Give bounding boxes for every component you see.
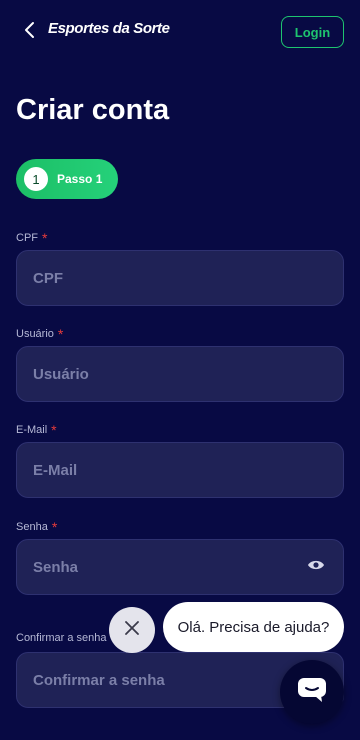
brand-logo[interactable]: Esportes da Sorte <box>48 20 170 37</box>
confirm-password-label-text: Confirmar a senha <box>16 632 107 644</box>
username-label: Usuário * <box>16 324 64 342</box>
step-indicator: 1 Passo 1 <box>16 159 118 199</box>
chat-icon <box>297 677 327 708</box>
cpf-label: CPF * <box>16 228 48 246</box>
eye-icon <box>307 558 325 576</box>
toggle-password-visibility-button[interactable] <box>304 557 328 577</box>
required-marker: * <box>51 422 57 438</box>
email-label-text: E-Mail <box>16 424 48 436</box>
close-icon <box>124 620 140 641</box>
username-label-text: Usuário <box>16 328 54 340</box>
cpf-label-text: CPF <box>16 232 38 244</box>
chat-greeting-bubble[interactable]: Olá. Precisa de ajuda? <box>163 602 344 652</box>
cpf-input[interactable] <box>16 250 344 306</box>
password-label: Senha * <box>16 517 58 535</box>
step-label: Passo 1 <box>57 172 103 186</box>
top-header: Esportes da Sorte Login <box>0 0 360 64</box>
login-button[interactable]: Login <box>281 16 344 48</box>
page-title: Criar conta <box>16 94 170 126</box>
chevron-left-icon <box>23 21 35 44</box>
confirm-password-label: Confirmar a senha* <box>16 628 116 646</box>
email-label: E-Mail * <box>16 420 57 438</box>
required-marker: * <box>42 230 48 246</box>
required-marker: * <box>51 519 58 535</box>
password-label-text: Senha <box>16 521 48 533</box>
required-marker: * <box>57 326 64 342</box>
chat-launcher-button[interactable] <box>280 660 344 724</box>
chat-close-button[interactable] <box>109 607 155 653</box>
password-input[interactable] <box>16 539 344 595</box>
email-input[interactable] <box>16 442 344 498</box>
step-number: 1 <box>24 167 48 191</box>
username-input[interactable] <box>16 346 344 402</box>
back-button[interactable] <box>18 20 40 44</box>
